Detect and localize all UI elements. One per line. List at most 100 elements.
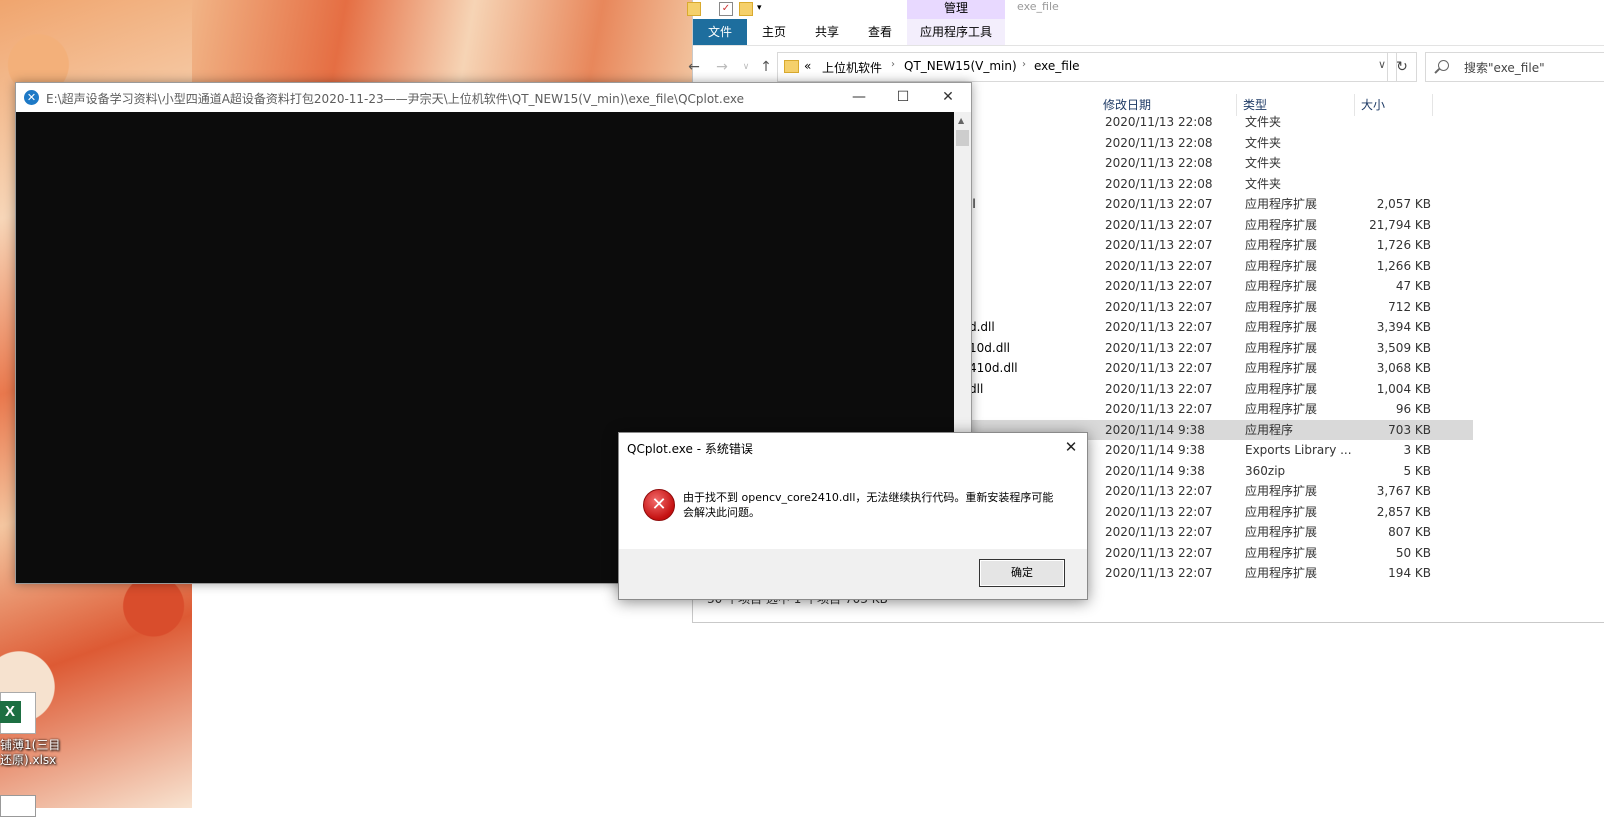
- file-size: 3,767 KB: [1376, 484, 1431, 498]
- file-type: 应用程序扩展: [1245, 381, 1318, 396]
- close-icon: ✕: [942, 89, 954, 105]
- file-type: 应用程序扩展: [1245, 320, 1318, 334]
- dialog-close-button[interactable]: ✕: [1055, 433, 1087, 461]
- file-size: 703 KB: [1388, 422, 1431, 437]
- file-type: 应用程序扩展: [1245, 197, 1318, 211]
- tab-app-tools[interactable]: 应用程序工具: [907, 19, 1005, 45]
- recent-dropdown-icon[interactable]: ∨: [737, 58, 755, 76]
- scroll-thumb[interactable]: [956, 130, 969, 146]
- file-type: 应用程序扩展: [1245, 504, 1318, 519]
- file-date: 2020/11/13 22:07: [1105, 381, 1213, 396]
- file-name: d.dll: [969, 320, 995, 334]
- file-size: 5 KB: [1403, 463, 1431, 478]
- file-date: 2020/11/13 22:07: [1105, 217, 1213, 232]
- file-size: 1,266 KB: [1376, 258, 1431, 273]
- desktop-icon-xlsx[interactable]: X 铺薄1(三目 还原).xlsx: [0, 692, 60, 768]
- chevron-down-icon[interactable]: ∨: [1378, 58, 1386, 71]
- file-type: 应用程序扩展: [1245, 279, 1318, 293]
- file-type: 应用程序扩展: [1245, 340, 1318, 355]
- breadcrumb-overflow[interactable]: «: [804, 59, 811, 73]
- file-date: 2020/11/13 22:08: [1105, 115, 1213, 129]
- desktop-icon-label-line2: 还原).xlsx: [0, 753, 57, 767]
- file-date: 2020/11/13 22:07: [1105, 299, 1213, 314]
- tab-share[interactable]: 共享: [801, 19, 853, 45]
- search-icon: [1438, 60, 1449, 71]
- file-type: 应用程序扩展: [1245, 361, 1318, 375]
- window-title: exe_file: [1017, 0, 1059, 13]
- file-type: 应用程序扩展: [1245, 217, 1318, 232]
- scroll-up-icon[interactable]: ▲: [958, 116, 964, 125]
- file-type: 应用程序扩展: [1245, 402, 1318, 416]
- file-size: 3,394 KB: [1376, 320, 1431, 334]
- dialog-message: 由于找不到 opencv_core2410.dll，无法继续执行代码。重新安装程…: [683, 491, 1054, 519]
- file-size: 3,509 KB: [1376, 340, 1431, 355]
- console-title-bar[interactable]: ✕ E:\超声设备学习资料\小型四通道A超设备资料打包2020-11-23——尹…: [16, 83, 971, 112]
- file-date: 2020/11/13 22:07: [1105, 340, 1213, 355]
- folder-icon[interactable]: [687, 2, 701, 16]
- breadcrumb-item[interactable]: QT_NEW15(V_min): [904, 59, 1017, 73]
- file-type: 360zip: [1245, 463, 1286, 478]
- file-type: 应用程序扩展: [1245, 566, 1318, 580]
- file-date: 2020/11/13 22:07: [1105, 566, 1213, 580]
- file-date: 2020/11/13 22:07: [1105, 258, 1213, 273]
- file-type: 应用程序: [1245, 422, 1294, 437]
- desktop-wallpaper-top: [192, 0, 692, 82]
- file-date: 2020/11/13 22:07: [1105, 402, 1213, 416]
- file-type: 文件夹: [1245, 135, 1282, 150]
- document-icon[interactable]: [0, 795, 36, 817]
- file-name: 10d.dll: [969, 340, 1010, 355]
- file-size: 50 KB: [1395, 545, 1431, 560]
- properties-icon[interactable]: ✓: [719, 2, 733, 16]
- close-button[interactable]: ✕: [925, 83, 971, 112]
- file-size: 47 KB: [1395, 279, 1431, 293]
- maximize-icon: ☐: [896, 89, 910, 105]
- file-name: 410d.dll: [969, 361, 1018, 375]
- tab-home[interactable]: 主页: [747, 19, 801, 45]
- address-row: ← → ∨ ↑ « 上位机软件 › QT_NEW15(V_min) › exe_…: [688, 48, 1604, 86]
- qat-dropdown-icon[interactable]: ▾: [757, 2, 769, 14]
- ok-button[interactable]: 确定: [979, 559, 1065, 587]
- new-folder-icon[interactable]: [739, 2, 753, 16]
- refresh-button[interactable]: ↻: [1387, 52, 1417, 82]
- file-date: 2020/11/13 22:07: [1105, 525, 1213, 539]
- console-title-text: E:\超声设备学习资料\小型四通道A超设备资料打包2020-11-23——尹宗天…: [46, 92, 744, 106]
- tab-file[interactable]: 文件: [693, 19, 747, 45]
- breadcrumb-item[interactable]: 上位机软件: [822, 59, 882, 76]
- manage-context-tab[interactable]: 管理: [907, 0, 1005, 19]
- chevron-right-icon[interactable]: ›: [1022, 59, 1026, 70]
- search-input[interactable]: 搜索"exe_file": [1425, 52, 1604, 82]
- file-size: 21,794 KB: [1369, 217, 1431, 232]
- minimize-button[interactable]: —: [836, 83, 882, 112]
- search-placeholder: 搜索"exe_file": [1464, 61, 1545, 75]
- refresh-icon: ↻: [1396, 59, 1408, 75]
- file-type: Exports Library ...: [1245, 443, 1351, 457]
- file-date: 2020/11/14 9:38: [1105, 463, 1205, 478]
- file-type: 文件夹: [1245, 156, 1282, 170]
- quick-access-toolbar: ✓ ▾ 管理 exe_file: [687, 0, 1604, 19]
- file-date: 2020/11/13 22:07: [1105, 484, 1213, 498]
- file-size: 807 KB: [1388, 525, 1431, 539]
- error-icon: ✕: [643, 489, 675, 521]
- file-type: 应用程序扩展: [1245, 299, 1318, 314]
- file-size: 1,726 KB: [1376, 238, 1431, 252]
- tab-view[interactable]: 查看: [853, 19, 907, 45]
- file-size: 2,057 KB: [1376, 197, 1431, 211]
- file-date: 2020/11/14 9:38: [1105, 443, 1205, 457]
- minimize-icon: —: [852, 89, 866, 105]
- breadcrumb-item[interactable]: exe_file: [1034, 59, 1080, 73]
- file-type: 应用程序扩展: [1245, 484, 1318, 498]
- dialog-title: QCplot.exe - 系统错误: [627, 442, 753, 456]
- file-size: 96 KB: [1395, 402, 1431, 416]
- maximize-button[interactable]: ☐: [880, 83, 926, 112]
- chevron-right-icon[interactable]: ›: [891, 59, 895, 70]
- back-arrow-icon[interactable]: ←: [685, 58, 703, 76]
- file-size: 3,068 KB: [1376, 361, 1431, 375]
- address-bar[interactable]: « 上位机软件 › QT_NEW15(V_min) › exe_file ∨: [777, 52, 1397, 82]
- up-arrow-icon[interactable]: ↑: [757, 58, 775, 76]
- file-type: 应用程序扩展: [1245, 258, 1318, 273]
- file-date: 2020/11/13 22:07: [1105, 504, 1213, 519]
- forward-arrow-icon[interactable]: →: [713, 58, 731, 76]
- file-size: 2,857 KB: [1376, 504, 1431, 519]
- app-icon: ✕: [24, 90, 39, 105]
- file-date: 2020/11/13 22:07: [1105, 545, 1213, 560]
